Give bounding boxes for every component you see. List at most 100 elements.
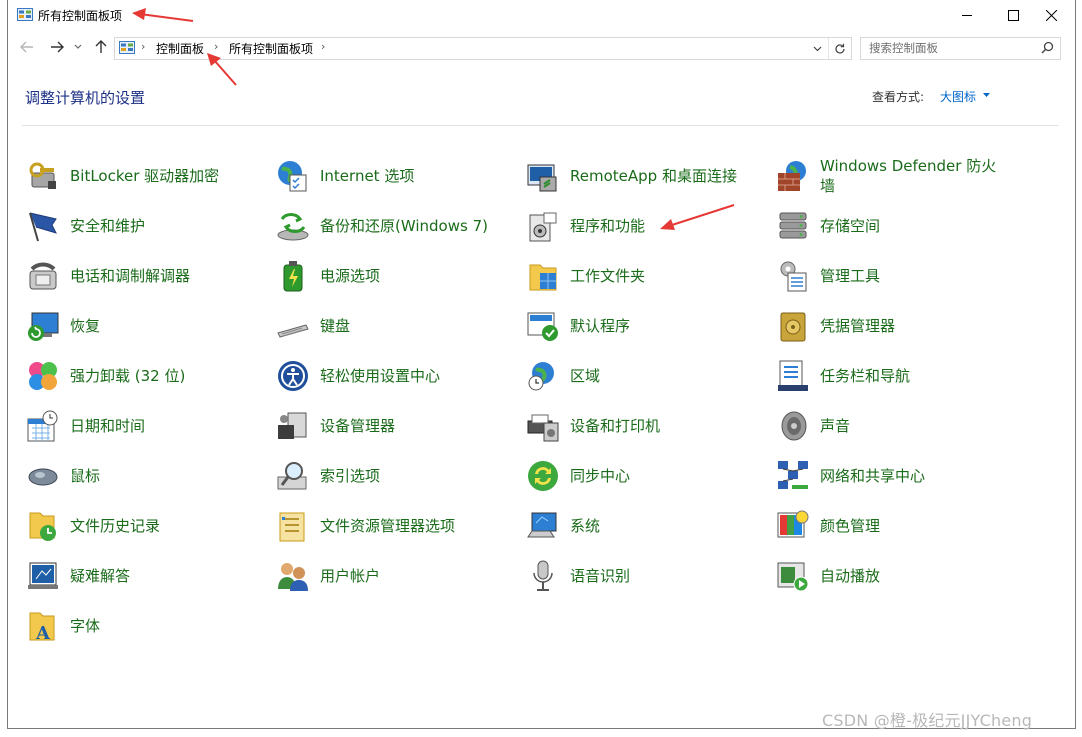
up-button[interactable]	[90, 37, 112, 57]
item-fonts[interactable]: A 字体	[26, 606, 271, 646]
item-mouse[interactable]: 鼠标	[26, 456, 271, 496]
globe-clock-icon	[528, 362, 554, 391]
item-remoteapp[interactable]: RemoteApp 和桌面连接	[526, 156, 771, 196]
title-bar[interactable]: 所有控制面板项	[8, 0, 1074, 30]
item-admin-tools[interactable]: 管理工具	[776, 256, 1021, 296]
chevron-down-icon	[74, 44, 82, 49]
recent-locations-button[interactable]	[70, 37, 86, 57]
item-indexing-options[interactable]: 索引选项	[276, 456, 521, 496]
chevron-down-icon[interactable]	[983, 93, 990, 97]
divider	[22, 125, 1059, 126]
item-windows-defender-firewall[interactable]: Windows Defender 防火墙	[776, 156, 1021, 196]
phone-icon	[29, 262, 57, 290]
search-icon[interactable]	[1041, 41, 1054, 54]
view-by-label: 查看方式:	[872, 90, 925, 104]
chevron-right-icon[interactable]: ›	[141, 40, 145, 53]
svg-text:A: A	[35, 623, 51, 643]
chevron-down-icon	[813, 46, 821, 51]
item-color-management[interactable]: 颜色管理	[776, 506, 1021, 546]
item-storage-spaces[interactable]: 存储空间	[776, 206, 1021, 246]
item-system[interactable]: 系统	[526, 506, 771, 546]
breadcrumb-control-panel[interactable]: 控制面板	[156, 40, 204, 57]
item-sound[interactable]: 声音	[776, 406, 1021, 446]
taskbar-icon	[778, 360, 808, 391]
item-date-time[interactable]: 日期和时间	[26, 406, 271, 446]
item-label: 设备管理器	[320, 417, 396, 435]
view-by-dropdown[interactable]: 大图标	[940, 88, 976, 105]
item-autoplay[interactable]: 自动播放	[776, 556, 1021, 596]
item-uninstaller[interactable]: 强力卸载 (32 位)	[26, 356, 271, 396]
item-phone-modem[interactable]: 电话和调制解调器	[26, 256, 271, 296]
item-label: Windows Defender 防火墙	[820, 157, 997, 195]
item-work-folders[interactable]: 工作文件夹	[526, 256, 771, 296]
minimize-icon	[961, 14, 972, 16]
item-file-history[interactable]: 文件历史记录	[26, 506, 271, 546]
sync-icon	[528, 461, 558, 491]
page-title: 调整计算机的设置	[25, 89, 146, 107]
chevron-right-icon[interactable]: ›	[321, 40, 325, 53]
item-label: 设备和打印机	[570, 417, 661, 435]
item-label: 鼠标	[70, 467, 101, 485]
item-network-sharing[interactable]: 网络和共享中心	[776, 456, 1021, 496]
ease-of-access-icon	[278, 361, 308, 391]
address-bar[interactable]: › 控制面板 › 所有控制面板项 ›	[114, 37, 852, 60]
storage-icon	[779, 212, 807, 239]
file-history-icon	[29, 512, 56, 541]
item-label: 管理工具	[820, 267, 881, 285]
item-explorer-options[interactable]: 文件资源管理器选项	[276, 506, 521, 546]
item-label: 同步中心	[570, 467, 631, 485]
item-label: 恢复	[70, 317, 101, 335]
recovery-icon	[28, 312, 59, 341]
item-power-options[interactable]: 电源选项	[276, 256, 521, 296]
admin-tools-icon	[780, 261, 807, 292]
item-taskbar-navigation[interactable]: 任务栏和导航	[776, 356, 1021, 396]
item-backup-restore[interactable]: 备份和还原(Windows 7)	[276, 206, 521, 246]
minimize-button[interactable]	[944, 0, 990, 30]
back-button[interactable]	[16, 37, 38, 57]
users-icon	[278, 563, 308, 591]
item-label: BitLocker 驱动器加密	[70, 167, 220, 185]
refresh-button[interactable]	[828, 38, 851, 59]
item-default-programs[interactable]: 默认程序	[526, 306, 771, 346]
item-label: 颜色管理	[820, 517, 881, 535]
control-panel-icon	[17, 8, 33, 21]
close-button[interactable]	[1028, 0, 1074, 30]
item-label: 文件资源管理器选项	[320, 517, 456, 535]
item-keyboard[interactable]: 键盘	[276, 306, 521, 346]
item-label: 工作文件夹	[570, 267, 646, 285]
item-label: 备份和还原(Windows 7)	[320, 217, 488, 235]
item-ease-of-access[interactable]: 轻松使用设置中心	[276, 356, 521, 396]
item-label: 语音识别	[570, 567, 631, 585]
uninstaller-icon	[29, 362, 57, 390]
search-box[interactable]	[860, 37, 1061, 60]
item-programs-features[interactable]: 程序和功能	[526, 206, 771, 246]
item-label: 键盘	[320, 317, 351, 335]
item-security-maintenance[interactable]: 安全和维护	[26, 206, 271, 246]
breadcrumb-all-items[interactable]: 所有控制面板项	[229, 40, 313, 57]
item-user-accounts[interactable]: 用户帐户	[276, 556, 521, 596]
item-device-manager[interactable]: 设备管理器	[276, 406, 521, 446]
close-icon	[1045, 9, 1057, 21]
item-internet-options[interactable]: Internet 选项	[276, 156, 521, 196]
item-credential-manager[interactable]: 凭据管理器	[776, 306, 1021, 346]
item-label: 电话和调制解调器	[70, 267, 191, 285]
item-devices-printers[interactable]: 设备和打印机	[526, 406, 771, 446]
item-label: 轻松使用设置中心	[320, 367, 441, 385]
item-recovery[interactable]: 恢复	[26, 306, 271, 346]
autoplay-icon	[777, 562, 809, 592]
item-troubleshooting[interactable]: 疑难解答	[26, 556, 271, 596]
search-input[interactable]	[861, 38, 1039, 57]
item-label: 存储空间	[820, 217, 881, 235]
item-bitlocker[interactable]: BitLocker 驱动器加密	[26, 156, 271, 196]
item-speech-recognition[interactable]: 语音识别	[526, 556, 771, 596]
item-region[interactable]: 区域	[526, 356, 771, 396]
window-title: 所有控制面板项	[38, 9, 123, 23]
chevron-right-icon[interactable]: ›	[214, 40, 218, 53]
device-manager-icon	[278, 412, 307, 439]
forward-button[interactable]	[46, 37, 68, 57]
up-arrow-icon	[95, 40, 107, 53]
address-dropdown-button[interactable]	[807, 38, 827, 59]
item-sync-center[interactable]: 同步中心	[526, 456, 771, 496]
watermark: CSDN @橙-极纪元JJYCheng	[822, 711, 1033, 730]
firewall-icon	[778, 161, 806, 191]
